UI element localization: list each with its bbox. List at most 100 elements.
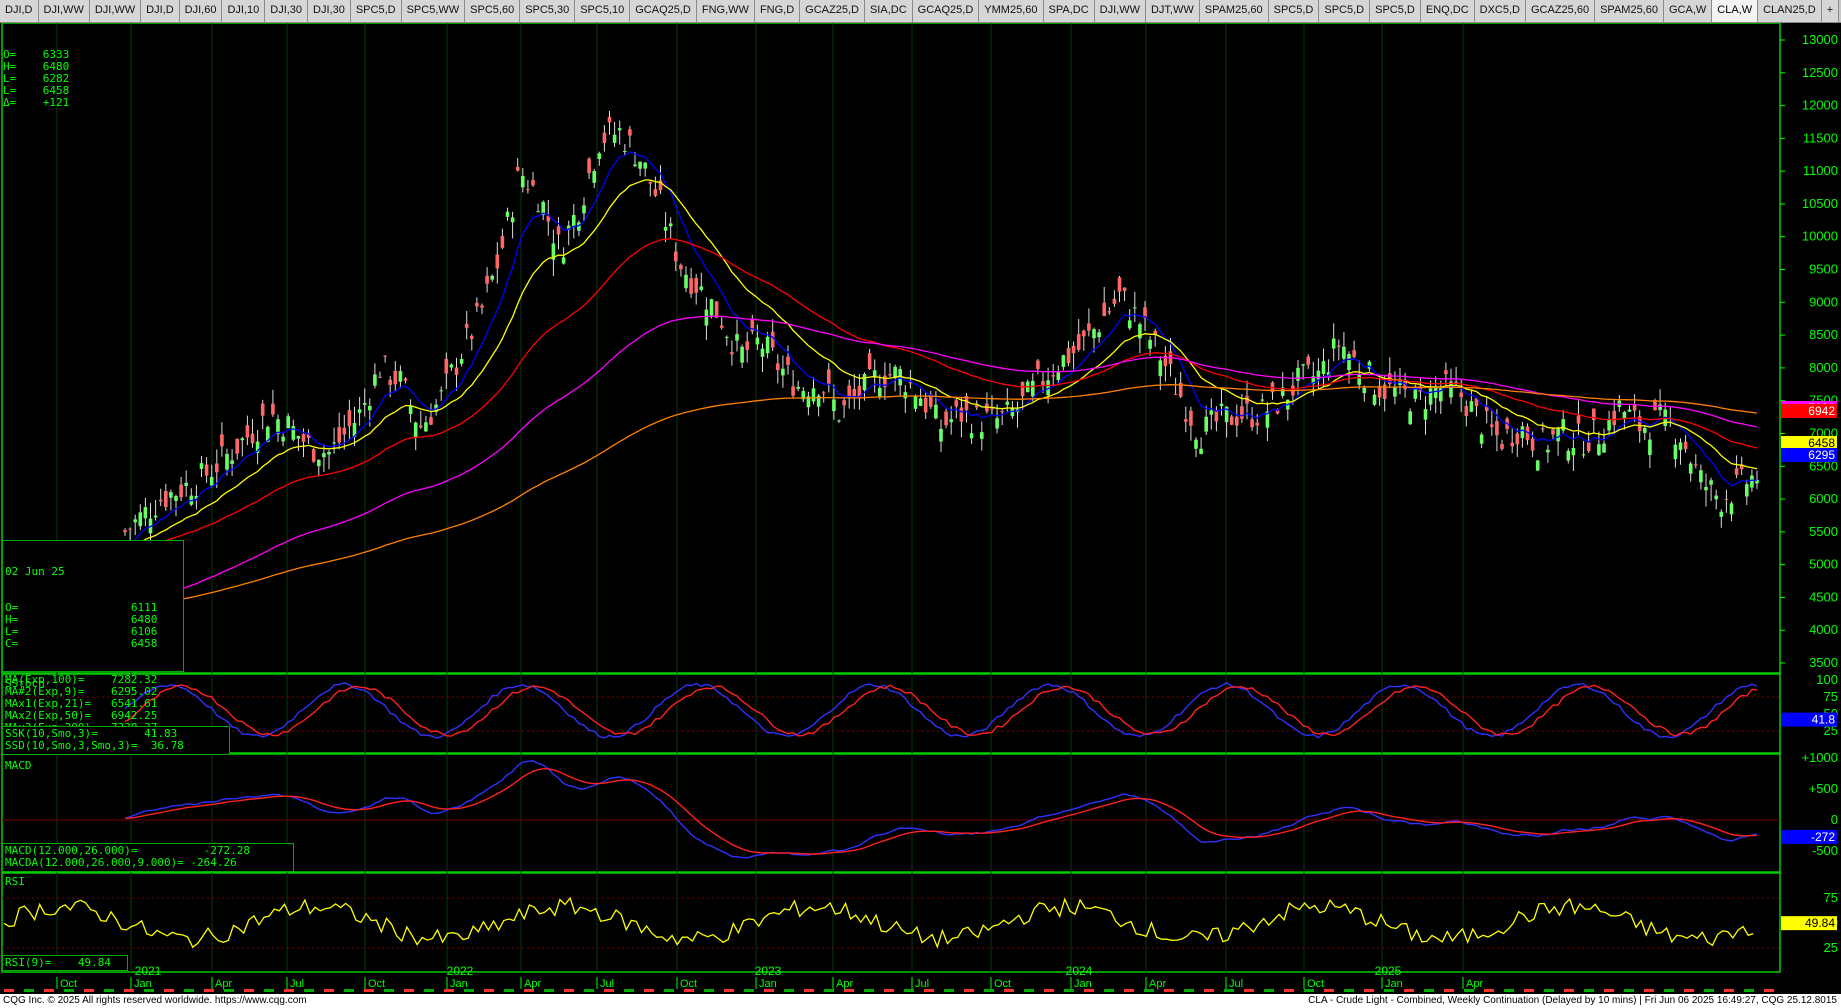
month-label-9: Jan [759,978,777,990]
chart-tab-30[interactable]: SPAM25,60 [1595,0,1664,22]
candle-body-235 [1321,361,1326,374]
month-label-10: Apr [836,978,853,990]
candle-body-108 [674,251,678,262]
candle-body-73 [495,254,500,269]
chart-tab-17[interactable]: SIA,DC [864,0,913,22]
chart-tab-32[interactable]: CLA,W [1712,0,1759,22]
candle-body-296 [1632,404,1637,411]
candle-body-54 [398,371,403,382]
candle-body-132 [796,386,800,389]
price-axis-label-4: 11000 [1803,163,1838,178]
chart-tab-8[interactable]: SPC5,D [350,0,402,22]
candle-body-171 [995,418,999,429]
chart-tab-1[interactable]: DJI,WW [38,0,90,22]
candle-body-270 [1500,444,1504,449]
chart-tab-9[interactable]: SPC5,WW [401,0,466,22]
time-axis-stripe-15 [304,989,314,992]
candle-body-78 [521,176,525,188]
chart-tab-28[interactable]: DXC5,D [1474,0,1526,22]
time-axis-stripe-70 [1404,989,1414,992]
candle-body-173 [1005,401,1010,405]
candle-body-52 [388,379,392,385]
candle-body-146 [867,353,872,370]
time-axis-stripe-64 [1284,989,1294,992]
candle-body-66 [459,358,464,364]
chart-tab-24[interactable]: SPC5,D [1268,0,1320,22]
candle-body-310 [1704,486,1708,491]
candle-body-130 [786,356,790,365]
candle-body-190 [1092,329,1096,339]
chart-tab-11[interactable]: SPC5,30 [520,0,576,22]
candle-body-59 [424,422,428,432]
chart-tab-0[interactable]: DJI,D [0,0,39,22]
chart-tab-33[interactable]: CLAN25,D [1758,0,1822,22]
chart-tab-18[interactable]: GCAQ25,D [912,0,980,22]
chart-tab-14[interactable]: FNG,WW [696,0,755,22]
time-axis-stripe-35 [704,989,714,992]
candle-body-125 [760,348,765,357]
candle-body-301 [1658,404,1662,410]
candle-body-15 [199,463,204,469]
candle-body-313 [1719,511,1724,517]
candle-body-300 [1653,400,1657,411]
chart-tab-29[interactable]: GCAZ25,60 [1526,0,1596,22]
time-axis-stripe-84 [1684,989,1694,992]
price-axis-label-19: 3500 [1809,655,1838,670]
time-axis-stripe-29 [584,989,594,992]
candle-body-159 [934,404,938,419]
chart-tab-13[interactable]: GCAQ25,D [630,0,697,22]
month-label-4: Oct [368,978,385,990]
candle-body-120 [735,334,739,341]
chart-tab-2[interactable]: DJI,WW [89,0,142,22]
chart-tab-7[interactable]: DJI,30 [308,0,351,22]
chart-tab-19[interactable]: YMM25,60 [979,0,1044,22]
chart-tab-21[interactable]: DJI,WW [1094,0,1146,22]
candle-body-222 [1255,422,1259,426]
time-axis-stripe-51 [1024,989,1034,992]
chart-tab-16[interactable]: GCAZ25,D [800,0,865,22]
time-axis-stripe-72 [1444,989,1454,992]
time-axis-stripe-21 [424,989,434,992]
chart-tab-3[interactable]: DJI,D [141,0,180,22]
chart-tab-25[interactable]: SPC5,D [1319,0,1371,22]
candle-body-257 [1433,387,1438,398]
chart-tab-20[interactable]: SPA,DC [1043,0,1095,22]
candle-body-269 [1495,421,1499,436]
time-axis-stripe-74 [1484,989,1494,992]
chart-tab-26[interactable]: SPC5,D [1370,0,1421,22]
chart-tab-5[interactable]: DJI,10 [222,0,266,22]
candle-body-47 [362,402,367,405]
macd-axis-label-3: -500 [1812,843,1838,858]
chart-tab-31[interactable]: GCA,W [1663,0,1713,22]
candle-body-240 [1347,354,1351,371]
candle-body-305 [1678,442,1683,450]
chart-tab-4[interactable]: DJI,60 [179,0,223,22]
candle-body-217 [1229,416,1234,425]
time-axis-stripe-75 [1504,989,1514,992]
time-axis-stripe-55 [1104,989,1114,992]
candle-body-103 [648,181,653,184]
time-axis-stripe-48 [964,989,974,992]
chart-tab-22[interactable]: DJT,WW [1145,0,1200,22]
candle-body-126 [765,336,770,354]
month-label-0: Oct [60,978,77,990]
chart-tab-6[interactable]: DJI,30 [265,0,309,22]
chart-tab-23[interactable]: SPAM25,60 [1199,0,1269,22]
candle-body-198 [1133,307,1137,309]
candle-body-319 [1750,475,1754,488]
chart-tab-15[interactable]: FNG,D [754,0,801,22]
candle-body-98 [623,150,627,152]
time-axis-stripe-41 [824,989,834,992]
candle-body-77 [515,166,520,171]
time-axis-stripe-80 [1604,989,1614,992]
candle-body-2 [133,519,137,523]
candle-body-268 [1490,424,1494,427]
chart-tab-27[interactable]: ENQ,DC [1420,0,1475,22]
chart-tab-10[interactable]: SPC5,60 [465,0,521,22]
macd-tag-text: -272 [1811,830,1835,844]
month-label-12: Oct [994,978,1011,990]
time-axis-stripe-39 [784,989,794,992]
time-axis-stripe-85 [1704,989,1714,992]
chart-tab-34[interactable]: + [1821,0,1840,22]
chart-tab-12[interactable]: SPC5,10 [575,0,631,22]
